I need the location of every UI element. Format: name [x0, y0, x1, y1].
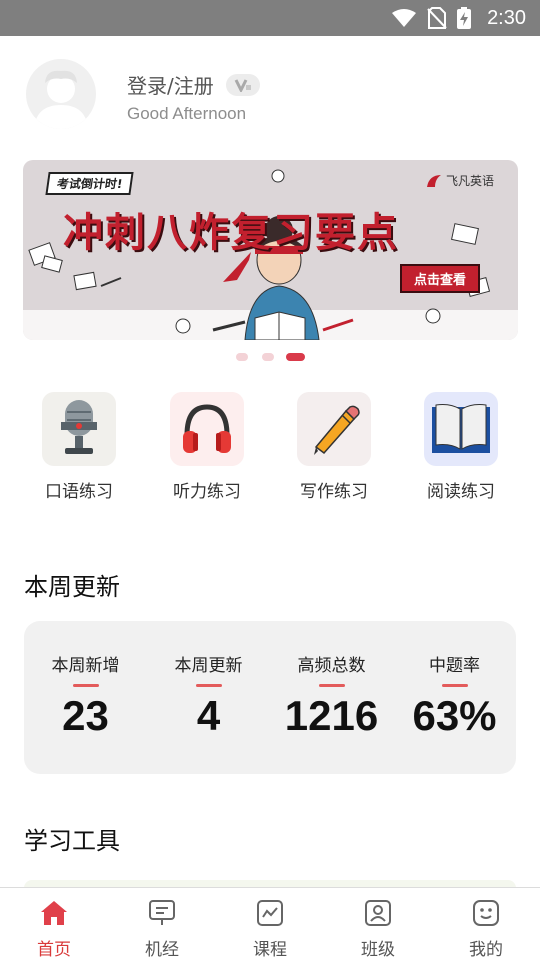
wifi-icon: [392, 9, 417, 27]
stat-value: 63%: [412, 692, 497, 739]
carousel-dot-active[interactable]: [286, 353, 305, 361]
weekly-stats-card: 本周新增 23 本周更新 4 高频总数 1216 中题率 63%: [24, 621, 516, 774]
banner-brand-name: 飞凡英语: [445, 174, 494, 188]
microphone-icon: [61, 400, 97, 454]
practice-shortcuts: 口语练习 听力练习 写作练习 阅读练习: [0, 392, 540, 502]
stat-underline: [318, 684, 345, 687]
stat-label: 本周新增: [51, 656, 120, 676]
headphones-icon: [183, 404, 231, 453]
tab-profile[interactable]: 我的: [432, 888, 540, 961]
stat-hit-rate[interactable]: 中题率 63%: [393, 651, 516, 740]
pencil-icon: [314, 405, 360, 455]
no-sim-icon: [427, 7, 447, 29]
tab-exam-experience[interactable]: 机经: [108, 888, 216, 961]
carousel-indicator: [0, 351, 540, 363]
stat-label: 高频总数: [297, 656, 366, 676]
speaking-practice-button[interactable]: 口语练习: [24, 392, 134, 502]
battery-charging-icon: [457, 7, 472, 29]
vip-icon: [234, 78, 251, 92]
practice-label: 口语练习: [45, 482, 113, 502]
login-register-link[interactable]: 登录/注册: [127, 70, 214, 99]
monitor-icon: [149, 900, 175, 925]
tab-label: 机经: [145, 940, 179, 960]
practice-label: 听力练习: [173, 482, 241, 502]
promo-banner[interactable]: 考试倒计时! 飞凡英语 冲刺八炸复习要点 点击查看: [23, 160, 518, 340]
stat-weekly-new[interactable]: 本周新增 23: [24, 651, 147, 740]
book-icon: [432, 404, 490, 453]
clock: 2:30: [487, 6, 526, 29]
stat-value: 23: [62, 692, 109, 739]
stat-value: 1216: [284, 692, 379, 739]
stat-value: 4: [196, 692, 221, 739]
stat-underline: [441, 684, 468, 687]
tab-label: 首页: [37, 940, 71, 960]
tab-home[interactable]: 首页: [0, 888, 108, 961]
banner-tag: 考试倒计时!: [45, 172, 135, 195]
tab-courses[interactable]: 课程: [216, 888, 324, 961]
tab-class[interactable]: 班级: [324, 888, 432, 961]
bottom-tab-bar: 首页 机经 课程 班级 我的: [0, 887, 540, 961]
stat-label: 本周更新: [174, 656, 243, 676]
status-bar: 2:30: [0, 0, 540, 36]
person-card-icon: [365, 900, 391, 926]
stat-label: 中题率: [429, 656, 480, 676]
tab-label: 班级: [361, 940, 395, 960]
reading-practice-button[interactable]: 阅读练习: [406, 392, 516, 502]
stat-weekly-updated[interactable]: 本周更新 4: [147, 651, 270, 740]
home-icon: [41, 901, 67, 925]
default-avatar-icon: [34, 70, 88, 129]
chart-icon: [257, 900, 283, 926]
tools-section-title: 学习工具: [24, 827, 120, 855]
avatar[interactable]: [26, 59, 96, 129]
stat-high-frequency-total[interactable]: 高频总数 1216: [270, 651, 393, 740]
greeting-text: Good Afternoon: [127, 104, 247, 123]
tab-label: 课程: [253, 940, 287, 960]
banner-brand: 飞凡英语: [425, 172, 494, 189]
banner-title: 冲刺八炸复习要点: [63, 210, 399, 256]
smiley-icon: [473, 900, 499, 926]
carousel-dot[interactable]: [236, 353, 248, 361]
listening-practice-button[interactable]: 听力练习: [152, 392, 262, 502]
profile-header: 登录/注册 Good Afternoon: [0, 36, 540, 156]
carousel-dot[interactable]: [262, 353, 274, 361]
brand-logo-icon: [426, 174, 441, 187]
vip-badge: [225, 73, 260, 96]
practice-label: 阅读练习: [427, 482, 495, 502]
stat-underline: [72, 684, 99, 687]
practice-label: 写作练习: [300, 482, 368, 502]
writing-practice-button[interactable]: 写作练习: [279, 392, 389, 502]
banner-cta-button[interactable]: 点击查看: [399, 264, 480, 293]
tab-label: 我的: [469, 940, 503, 960]
weekly-section-title: 本周更新: [24, 573, 120, 601]
stat-underline: [195, 684, 222, 687]
